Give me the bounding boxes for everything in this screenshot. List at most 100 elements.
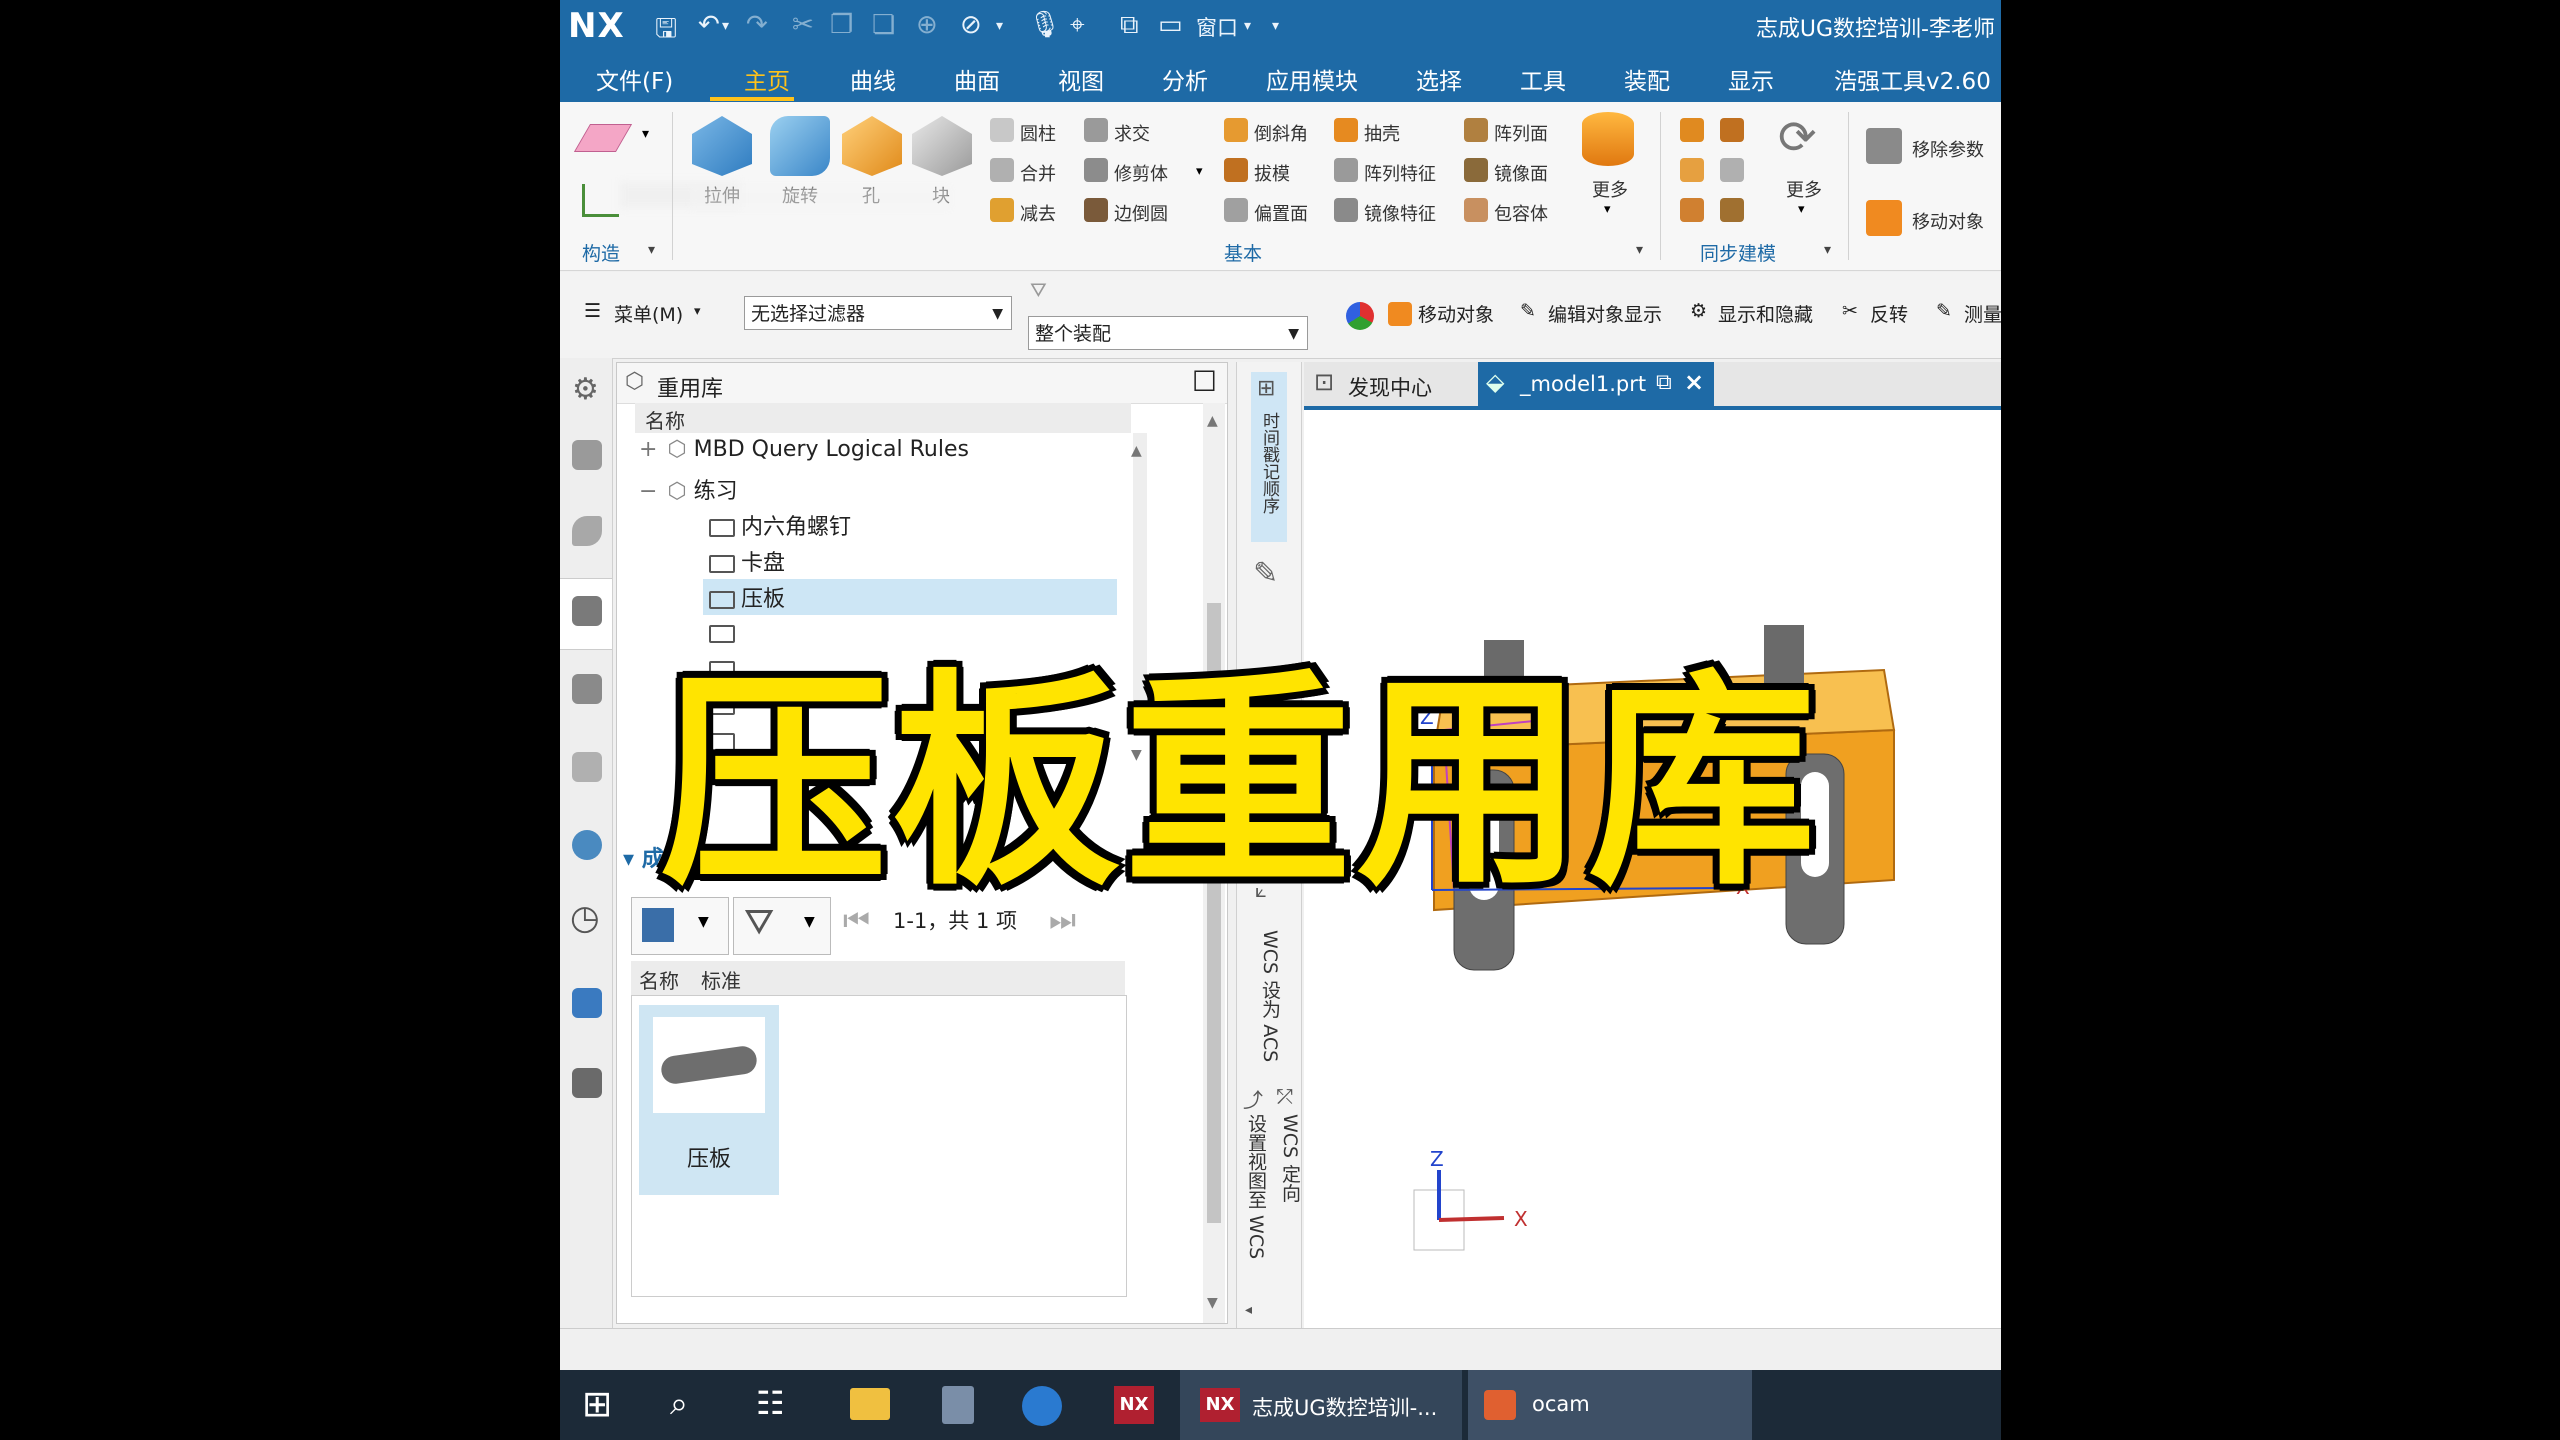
more-basic-label[interactable]: 更多 (1592, 176, 1628, 202)
tab-analysis[interactable]: 分析 (1162, 62, 1208, 96)
basic-group-dropdown-icon[interactable]: ▾ (1636, 242, 1643, 258)
measure-icon[interactable]: ✎ (1936, 300, 1952, 322)
wcs-set-to-acs[interactable]: WCS 设为 ACS (1257, 930, 1284, 1062)
paste-icon[interactable]: ❏ (872, 10, 895, 40)
tools-icon[interactable] (572, 1068, 602, 1098)
tab-surface[interactable]: 曲面 (954, 62, 1000, 96)
menu-dropdown-icon[interactable]: ▾ (694, 304, 701, 319)
nx-taskbar-icon[interactable]: NX (1114, 1386, 1154, 1424)
offset-face-icon[interactable] (1224, 198, 1248, 222)
search-icon[interactable]: ⌕ (670, 1384, 688, 1440)
group-basic-label[interactable]: 基本 (1224, 239, 1262, 266)
intersect-label[interactable]: 求交 (1114, 120, 1150, 146)
pattern-face-icon[interactable] (1464, 118, 1488, 142)
microphone-icon[interactable]: 🎙 (1028, 10, 1061, 40)
timestamp-order-tab[interactable]: ⊞ 时间戳记顺序 (1251, 372, 1287, 542)
wcs-axis-icon[interactable]: ⤴ (1243, 1084, 1263, 1113)
unite-icon[interactable] (990, 158, 1014, 182)
extrude-icon[interactable] (692, 116, 752, 176)
column-name[interactable]: 名称 (639, 965, 679, 994)
edit-object-display-command[interactable]: 编辑对象显示 (1548, 300, 1662, 327)
task-view-icon[interactable]: ☷ (756, 1384, 785, 1440)
collapse-left-icon[interactable]: ◂ (1245, 1302, 1252, 1318)
datum-dropdown-icon[interactable]: ▾ (642, 126, 649, 142)
group-construct-label[interactable]: 构造 (582, 239, 620, 266)
subtract-icon[interactable] (990, 198, 1014, 222)
windows-start-icon[interactable]: ⊞ (582, 1384, 612, 1440)
maximize-icon[interactable]: ☐ (1192, 365, 1217, 398)
invert-command[interactable]: 反转 (1870, 300, 1908, 327)
tree-row-hex-screw[interactable]: 内六角螺钉 (709, 509, 851, 541)
draft-label[interactable]: 拔模 (1254, 160, 1290, 186)
type-filter-dropdown[interactable]: 无选择过滤器 ▼ (744, 296, 1012, 330)
sync-replace-face-icon[interactable] (1720, 158, 1744, 182)
remove-parameters-icon[interactable] (1866, 128, 1902, 164)
save-icon[interactable]: 🖫 (655, 10, 677, 54)
scroll-up-icon[interactable]: ▲ (1131, 443, 1142, 459)
wcs-orient[interactable]: WCS 定向 (1277, 1114, 1304, 1202)
mirror-face-icon[interactable] (1464, 158, 1488, 182)
redo-icon[interactable]: ↷ (746, 10, 768, 40)
tab-curve[interactable]: 曲线 (850, 62, 896, 96)
more-sync-label[interactable]: 更多 (1786, 176, 1822, 202)
tab-applications[interactable]: 应用模块 (1266, 62, 1358, 96)
scroll-down-icon[interactable]: ▼ (1207, 1295, 1218, 1311)
chamfer-label[interactable]: 倒斜角 (1254, 120, 1308, 146)
filter-icon[interactable]: ⛛ (1030, 278, 1047, 302)
move-object-icon[interactable] (1388, 302, 1412, 326)
window-icon[interactable]: ▭ (1158, 10, 1183, 40)
edge-blend-icon[interactable] (1084, 198, 1108, 222)
switch-window-icon[interactable]: ⧉ (1120, 10, 1139, 41)
sync-resize-blend-icon[interactable] (1720, 198, 1744, 222)
taskbar-nx-window[interactable]: NX 志成UG数控培训-... (1180, 1370, 1462, 1440)
tab-home[interactable]: 主页 (744, 62, 790, 96)
mirror-face-label[interactable]: 镜像面 (1494, 160, 1548, 186)
tab-selection[interactable]: 选择 (1416, 62, 1462, 96)
customize-quickaccess-icon[interactable]: ▾ (1272, 18, 1279, 34)
close-icon[interactable]: × (1684, 368, 1704, 396)
edit-display-icon[interactable]: ✎ (1520, 300, 1536, 322)
part-navigator-icon[interactable] (572, 516, 602, 546)
shell-icon[interactable] (1334, 118, 1358, 142)
tab-haoqiang-tools[interactable]: 浩强工具v2.60 (1834, 62, 1991, 96)
taskbar-ocam-window[interactable]: ocam (1468, 1370, 1752, 1440)
construct-group-dropdown-icon[interactable]: ▾ (648, 242, 655, 258)
cylinder-label[interactable]: 圆柱 (1020, 120, 1056, 146)
color-wheel-icon[interactable] (1346, 302, 1374, 330)
copy-icon[interactable]: ❐ (830, 10, 853, 40)
tree-row-mbd[interactable]: + ⬡ MBD Query Logical Rules (639, 437, 969, 462)
trim-body-label[interactable]: 修剪体 (1114, 160, 1168, 186)
offset-face-label[interactable]: 偏置面 (1254, 200, 1308, 226)
measure-command[interactable]: 测量 (1964, 300, 2001, 327)
scroll-up-icon[interactable]: ▲ (1207, 413, 1218, 429)
remove-parameters-label[interactable]: 移除参数 (1912, 136, 1984, 162)
undock-icon[interactable]: ⧉ (1656, 370, 1672, 395)
undo-icon[interactable]: ↶ (698, 10, 720, 40)
bounding-body-label[interactable]: 包容体 (1494, 200, 1548, 226)
shell-label[interactable]: 抽壳 (1364, 120, 1400, 146)
chamfer-icon[interactable] (1224, 118, 1248, 142)
system-materials-icon[interactable] (572, 988, 602, 1018)
move-object-command[interactable]: 移动对象 (1418, 300, 1494, 327)
web-browser-icon[interactable] (572, 752, 602, 782)
tab-display[interactable]: 显示 (1728, 62, 1774, 96)
visibility-dropdown-icon[interactable]: ▾ (996, 18, 1003, 34)
cylinder-icon[interactable] (990, 118, 1014, 142)
history-icon[interactable]: ◷ (570, 898, 600, 938)
sync-offset-region-icon[interactable] (1680, 158, 1704, 182)
edge-blend-label[interactable]: 边倒圆 (1114, 200, 1168, 226)
window-dropdown-icon[interactable]: ▾ (1244, 18, 1251, 34)
calculator-icon[interactable] (942, 1386, 974, 1424)
hd3d-tools-icon[interactable] (572, 674, 602, 704)
assembly-navigator-icon[interactable] (572, 440, 602, 470)
internet-explorer-icon[interactable] (1022, 1386, 1062, 1426)
draft-icon[interactable] (1224, 158, 1248, 182)
tree-row-chuck[interactable]: 卡盘 (709, 545, 785, 577)
column-standard[interactable]: 标准 (701, 965, 741, 994)
more-sync-dropdown-icon[interactable]: ▾ (1798, 202, 1805, 217)
set-view-to-wcs[interactable]: 设置视图至 WCS (1243, 1114, 1270, 1259)
expand-icon[interactable]: + (639, 437, 657, 462)
pattern-feature-icon[interactable] (1334, 158, 1358, 182)
intersect-icon[interactable] (1084, 118, 1108, 142)
datum-plane-icon[interactable] (573, 124, 633, 152)
